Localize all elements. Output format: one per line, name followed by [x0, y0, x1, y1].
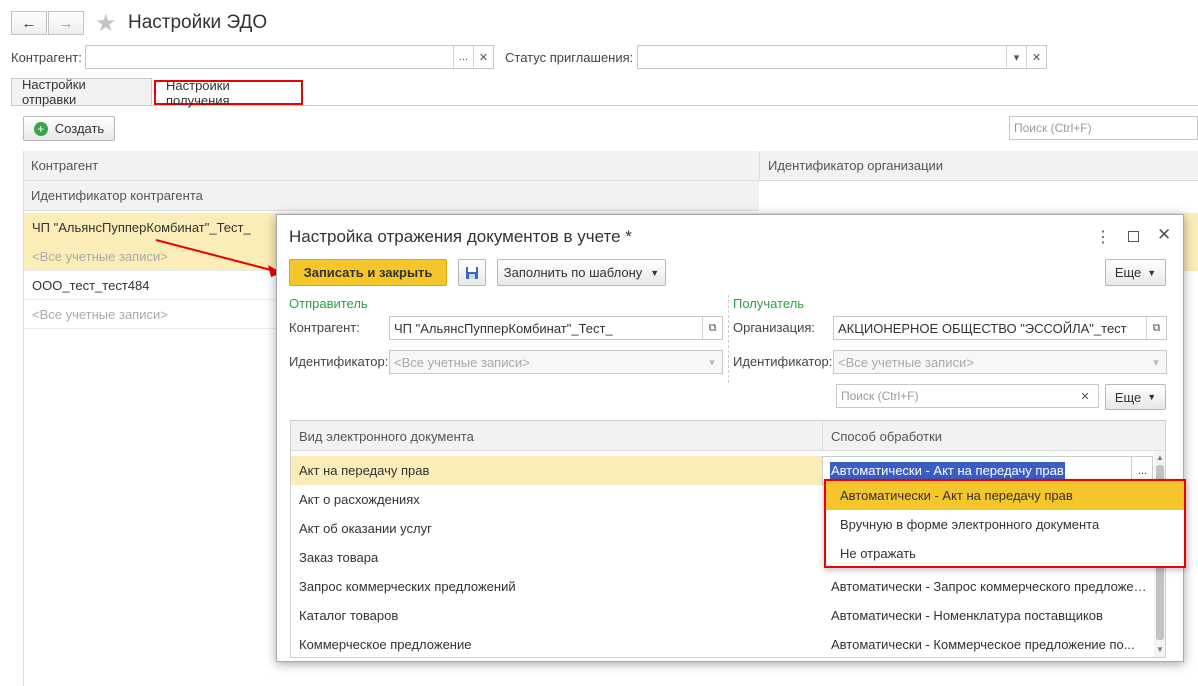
processing-method-dropdown: Автоматически - Акт на передачу прав Вру… — [824, 479, 1186, 568]
table-row[interactable]: Запрос коммерческих предложений Автоматич… — [291, 572, 1153, 601]
dialog-title: Настройка отражения документов в учете * — [289, 227, 632, 246]
close-icon[interactable]: ✕ — [1157, 225, 1171, 245]
more-vert-icon[interactable]: ⋮ — [1095, 227, 1111, 247]
fill-by-template-button[interactable]: Заполнить по шаблону ▼ — [497, 259, 666, 286]
open-icon[interactable]: ⧉ — [1146, 317, 1166, 339]
scroll-down-icon[interactable]: ▼ — [1156, 645, 1164, 654]
clear-icon[interactable]: ✕ — [1026, 46, 1046, 68]
section-divider — [728, 295, 729, 383]
sender-identifier-label: Идентификатор: — [289, 354, 389, 369]
search-input[interactable]: Поиск (Ctrl+F) — [1009, 116, 1198, 140]
recipient-section-label: Получатель — [733, 296, 805, 311]
sender-identifier-field: <Все учетные записи> ▾ — [389, 350, 723, 374]
add-icon: + — [33, 121, 48, 136]
select-button[interactable]: ... — [453, 46, 473, 68]
maximize-icon[interactable] — [1128, 231, 1139, 242]
tab-send-settings[interactable]: Настройки отправки — [11, 77, 152, 107]
back-button[interactable]: ← — [11, 11, 47, 35]
save-and-close-button[interactable]: Записать и закрыть — [289, 259, 447, 286]
sender-section-label: Отправитель — [289, 296, 368, 311]
chevron-down-icon[interactable]: ▾ — [1006, 46, 1026, 68]
clear-icon[interactable]: ✕ — [473, 46, 493, 68]
create-button[interactable]: + Создать — [23, 116, 115, 141]
floppy-disk-icon — [466, 266, 478, 279]
counterparty-label: Контрагент: — [11, 50, 82, 65]
chevron-down-icon: ▼ — [1147, 267, 1157, 278]
open-icon[interactable]: ⧉ — [702, 317, 722, 339]
recipient-identifier-field: <Все учетные записи> ▾ — [833, 350, 1167, 374]
chevron-down-icon: ▾ — [1153, 356, 1159, 369]
dropdown-option[interactable]: Не отражать — [826, 539, 1184, 568]
annotation-arrow-icon — [155, 239, 282, 277]
dropdown-option[interactable]: Вручную в форме электронного документа — [826, 510, 1184, 539]
recipient-organization-label: Организация: — [733, 320, 816, 335]
save-button[interactable] — [458, 259, 486, 286]
column-header-document-type[interactable]: Вид электронного документа — [299, 429, 474, 444]
arrow-left-icon: ← — [21, 14, 37, 32]
star-icon[interactable]: ★ — [95, 9, 117, 38]
dropdown-option[interactable]: Автоматически - Акт на передачу прав — [826, 481, 1184, 510]
arrow-right-icon: → — [58, 14, 74, 32]
column-header-processing-method[interactable]: Способ обработки — [831, 429, 942, 444]
forward-button[interactable]: → — [48, 11, 84, 35]
document-settings-dialog: Настройка отражения документов в учете *… — [276, 214, 1184, 662]
chevron-down-icon: ▼ — [650, 267, 660, 278]
table-row[interactable]: Каталог товаров Автоматически - Номенклат… — [291, 601, 1153, 630]
column-header-counterparty[interactable]: Контрагент — [23, 151, 759, 181]
table-row[interactable]: Коммерческое предложение Автоматически - … — [291, 630, 1153, 657]
clear-icon[interactable]: ✕ — [1075, 385, 1095, 407]
scroll-up-icon[interactable]: ▲ — [1156, 453, 1164, 462]
recipient-identifier-label: Идентификатор: — [733, 354, 833, 369]
recipient-organization-field[interactable]: АКЦИОНЕРНОЕ ОБЩЕСТВО "ЭССОЙЛА"_тест ⧉ — [833, 316, 1167, 340]
dialog-search-input[interactable]: Поиск (Ctrl+F) ✕ — [836, 384, 1099, 408]
sender-counterparty-field[interactable]: ЧП "АльянсПупперКомбинат"_Тест_ ⧉ — [389, 316, 723, 340]
tab-receive-settings[interactable]: Настройки получения — [154, 78, 303, 108]
counterparty-filter-field[interactable]: ... ✕ — [85, 45, 494, 69]
chevron-down-icon: ▾ — [709, 356, 715, 369]
column-divider — [822, 421, 823, 451]
more-button[interactable]: Еще ▼ — [1105, 384, 1166, 410]
page-title: Настройки ЭДО — [128, 12, 268, 33]
column-header-counterparty-identifier[interactable]: Идентификатор контрагента — [23, 181, 759, 211]
more-button[interactable]: Еще ▼ — [1105, 259, 1166, 286]
invitation-status-field[interactable]: ▾ ✕ — [637, 45, 1047, 69]
sender-counterparty-label: Контрагент: — [289, 320, 360, 335]
invitation-status-label: Статус приглашения: — [505, 50, 634, 65]
column-header-org-identifier[interactable]: Идентификатор организации — [759, 151, 1198, 181]
chevron-down-icon: ▼ — [1147, 392, 1157, 402]
